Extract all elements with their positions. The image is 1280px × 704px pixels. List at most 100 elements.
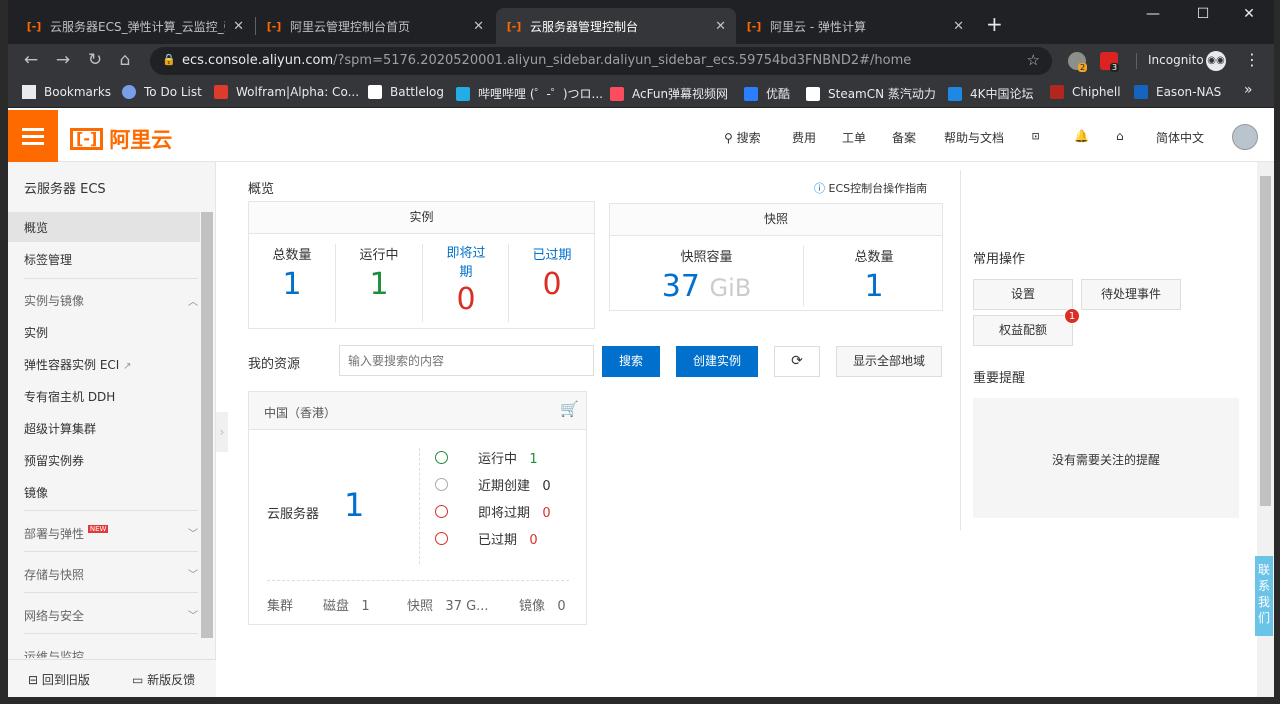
language-switch[interactable]: 简体中文 xyxy=(1156,129,1204,146)
bookmark-item[interactable]: Wolfram|Alpha: Co... xyxy=(214,85,359,99)
guide-link[interactable]: ⓘ ECS控制台操作指南 xyxy=(814,180,927,196)
sidebar-item-instances[interactable]: 实例 xyxy=(24,324,48,341)
chevron-down-icon[interactable]: ﹀ xyxy=(188,525,198,540)
back-to-old-version[interactable]: ⊟ 回到旧版 xyxy=(28,671,90,688)
close-tab-icon[interactable]: ✕ xyxy=(233,19,244,34)
stat-snapshot-count[interactable]: 总数量 1 xyxy=(804,246,944,304)
bookmark-item[interactable]: AcFun弹幕视频网 xyxy=(610,85,728,102)
bookmark-item[interactable]: 哔哩哔哩 (゜-゜)つロ... xyxy=(456,85,603,102)
bookmark-star-icon[interactable]: ☆ xyxy=(1027,51,1040,69)
tab-elastic-compute[interactable]: [-] 阿里云 - 弹性计算 ✕ xyxy=(736,8,974,44)
region-card[interactable]: 中国（香港） 🛒 云服务器 1 运行中 1 近期创建 0 即将过期 0 已过期 … xyxy=(248,391,587,625)
terminal-icon[interactable]: ⊡ xyxy=(1032,129,1039,143)
bookmark-item[interactable]: Eason-NAS xyxy=(1134,85,1221,99)
stat-value: 0 xyxy=(542,267,562,302)
new-badge: NEW xyxy=(87,525,109,533)
status-recent[interactable]: 近期创建 0 xyxy=(478,475,551,494)
incognito-icon[interactable]: ◉◉ xyxy=(1206,51,1226,71)
sidebar-group-ops[interactable]: 运维与监控 xyxy=(24,648,84,658)
chevron-down-icon[interactable]: ﹀ xyxy=(188,607,198,622)
show-all-regions-button[interactable]: 显示全部地域 xyxy=(836,346,942,377)
quota-button[interactable]: 权益配额 xyxy=(973,315,1073,346)
sidebar-collapse-handle[interactable]: › xyxy=(216,412,228,452)
contact-us-button[interactable]: 联 系 我 们 xyxy=(1255,556,1273,636)
sidebar-group-storage[interactable]: 存储与快照 xyxy=(24,566,84,583)
alarm-clock-icon xyxy=(435,505,448,518)
home-icon[interactable]: ⌂ xyxy=(114,50,136,70)
bookmark-item[interactable]: 4K中国论坛 xyxy=(948,85,1034,102)
stat-total[interactable]: 总数量 1 xyxy=(249,244,335,302)
menu-kebab-icon[interactable]: ⋮ xyxy=(1244,50,1260,69)
sidebar-item-tags[interactable]: 标签管理 xyxy=(24,251,72,268)
minimize-button[interactable]: — xyxy=(1138,6,1168,22)
close-tab-icon[interactable]: ✕ xyxy=(473,19,484,34)
cart-icon[interactable]: 🛒 xyxy=(560,400,579,418)
aliyun-favicon-icon: [-] xyxy=(506,19,522,33)
address-bar[interactable]: 🔒 ecs.console.aliyun.com/?spm=5176.20205… xyxy=(150,47,1052,75)
refresh-icon[interactable]: ⟳ xyxy=(774,346,820,377)
bookmark-item[interactable]: 优酷 xyxy=(744,85,790,102)
stat-snapshot-capacity[interactable]: 快照容量 37 GiB xyxy=(610,246,803,304)
tab-console-home[interactable]: [-] 阿里云管理控制台首页 ✕ xyxy=(256,8,494,44)
sidebar-group-network[interactable]: 网络与安全 xyxy=(24,607,84,624)
status-expired[interactable]: 已过期 0 xyxy=(478,529,538,548)
search-button[interactable]: 搜索 xyxy=(602,346,660,377)
chevron-up-icon[interactable]: ︿ xyxy=(188,293,198,308)
sidebar-scrollbar[interactable] xyxy=(201,212,213,638)
bookmark-item[interactable]: Bookmarks xyxy=(22,85,111,99)
stat-value: 1 xyxy=(282,267,302,302)
bookmark-item[interactable]: Chiphell xyxy=(1050,85,1121,99)
home-nav-icon[interactable]: ⌂ xyxy=(1116,129,1124,143)
back-icon[interactable]: ← xyxy=(20,50,42,70)
footer-cluster[interactable]: 集群 xyxy=(267,595,293,614)
search-nav[interactable]: ⚲ 搜索 xyxy=(724,129,761,146)
more-bookmarks-button[interactable]: » xyxy=(1244,82,1253,98)
avatar[interactable] xyxy=(1232,124,1258,150)
settings-button[interactable]: 设置 xyxy=(973,279,1073,310)
maximize-button[interactable]: ☐ xyxy=(1188,6,1218,22)
nav-icp[interactable]: 备案 xyxy=(892,129,916,146)
reload-icon[interactable]: ↻ xyxy=(84,50,106,70)
sidebar-item-eci[interactable]: 弹性容器实例 ECI ↗ xyxy=(24,356,132,373)
stat-expiring[interactable]: 即将过期 0 xyxy=(423,244,509,317)
sidebar-item-ddh[interactable]: 专有宿主机 DDH xyxy=(24,388,115,405)
bookmark-item[interactable]: SteamCN 蒸汽动力 xyxy=(806,85,936,102)
status-expiring[interactable]: 即将过期 0 xyxy=(478,502,551,521)
stat-expired[interactable]: 已过期 0 xyxy=(509,244,595,302)
main-content: › 概览 ⓘ ECS控制台操作指南 实例 总数量 1 运行中 1 即将过期 0 … xyxy=(216,162,1274,697)
chevron-down-icon[interactable]: ﹀ xyxy=(188,566,198,581)
sidebar-group-deploy[interactable]: 部署与弹性 NEW xyxy=(24,525,109,542)
stat-running[interactable]: 运行中 1 xyxy=(336,244,422,302)
tab-ecs-console[interactable]: [-] 云服务器管理控制台 ✕ xyxy=(496,8,736,44)
sidebar-item-scc[interactable]: 超级计算集群 xyxy=(24,420,96,437)
sidebar-item-images[interactable]: 镜像 xyxy=(24,484,48,501)
pending-events-button[interactable]: 待处理事件 xyxy=(1081,279,1181,310)
status-running[interactable]: 运行中 1 xyxy=(478,448,538,467)
aliyun-logo[interactable]: [-] 阿里云 xyxy=(70,124,172,154)
nav-tickets[interactable]: 工单 xyxy=(842,129,866,146)
close-tab-icon[interactable]: ✕ xyxy=(715,19,726,34)
bookmark-label: SteamCN 蒸汽动力 xyxy=(828,87,936,101)
close-tab-icon[interactable]: ✕ xyxy=(953,19,964,34)
nav-help-docs[interactable]: 帮助与文档 xyxy=(944,129,1004,146)
footer-images[interactable]: 镜像 0 xyxy=(519,595,566,614)
bookmark-item[interactable]: To Do List xyxy=(122,85,202,99)
footer-disk[interactable]: 磁盘 1 xyxy=(323,595,370,614)
hamburger-menu-button[interactable] xyxy=(8,110,58,162)
bell-icon[interactable]: 🔔 xyxy=(1074,129,1089,143)
resource-search-input[interactable] xyxy=(339,345,594,376)
create-instance-button[interactable]: 创建实例 xyxy=(676,346,758,377)
sidebar-item-overview[interactable]: 概览 xyxy=(24,219,48,236)
bookmark-item[interactable]: Battlelog xyxy=(368,85,444,99)
status-value: 1 xyxy=(529,452,538,467)
server-count[interactable]: 1 xyxy=(344,486,364,524)
feedback-link[interactable]: ▭ 新版反馈 xyxy=(132,671,195,688)
close-window-button[interactable]: ✕ xyxy=(1234,6,1264,22)
sidebar-item-reserved-instances[interactable]: 预留实例券 xyxy=(24,452,84,469)
tab-ecs-product[interactable]: [-] 云服务器ECS_弹性计算_云监控_弹 ✕ xyxy=(16,8,254,44)
new-tab-button[interactable]: + xyxy=(986,12,1003,36)
sidebar-group-instances-images[interactable]: 实例与镜像 xyxy=(24,292,84,309)
footer-snapshot[interactable]: 快照 37 G... xyxy=(407,595,489,614)
nav-billing[interactable]: 费用 xyxy=(792,129,816,146)
forward-icon[interactable]: → xyxy=(52,50,74,70)
